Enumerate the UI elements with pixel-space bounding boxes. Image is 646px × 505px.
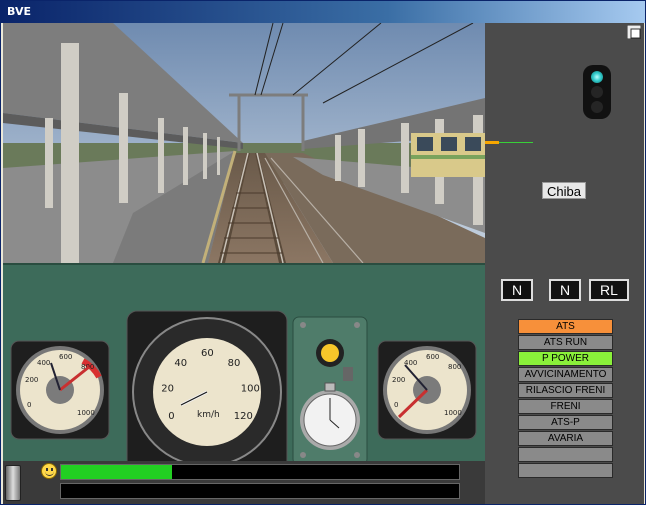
signal-lamp-bottom [591,101,603,113]
svg-text:400: 400 [37,359,50,367]
svg-text:0: 0 [394,401,398,409]
speed-tick-label: 120 [234,411,253,422]
reverser-indicator: N [501,279,533,301]
indicator-rilascio-freni: RILASCIO FRENI [518,383,613,398]
svg-text:600: 600 [426,353,439,361]
svg-text:1000: 1000 [77,409,95,417]
right-info-panel: Chiba N N RL ATS ATS RUN P POWER AVVICIN… [485,23,644,504]
indicator-ats-p: ATS-P [518,415,613,430]
speed-tick-label: 40 [174,358,187,369]
speed-tick-label: 80 [228,358,241,369]
indicator-blank-1 [518,447,613,462]
indicator-p-power: P POWER [518,351,613,366]
window-title: BVE [7,5,31,18]
svg-text:200: 200 [392,376,405,384]
indicator-list: ATS ATS RUN P POWER AVVICINAMENTO RILASC… [518,319,613,479]
power-bar [60,464,460,480]
cab-panel: 0 200 400 600 800 1000 0 20 40 60 80 100 120 [3,263,485,474]
speed-tick-label: 0 [168,411,174,422]
signal-lamp-middle [591,86,603,98]
indicator-freni: FRENI [518,399,613,414]
indicator-blank-2 [518,463,613,478]
svg-text:1000: 1000 [444,409,462,417]
speed-tick-label: 20 [161,383,174,394]
speed-tick-label: 60 [201,348,214,359]
client-area: 0 200 400 600 800 1000 0 20 40 60 80 100 120 [3,23,644,504]
speed-unit: km/h [197,410,220,420]
svg-text:800: 800 [448,363,461,371]
indicator-ats: ATS [518,319,613,334]
app-window: BVE 0 200 400 600 1000 0 20 40 60 80 100… [0,0,646,505]
power-bar-fill [61,465,173,479]
signal-distance-line [499,142,533,143]
smiley-icon [41,463,57,479]
ats-clock-panel [292,316,368,466]
speedometer: 0 20 40 60 80 100 120 km/h [126,310,288,474]
message-bar [60,483,460,499]
status-bar [3,461,485,504]
title-bar[interactable]: BVE [1,1,645,23]
brake-pressure-gauge-left: 0200400 6008001000 [10,340,110,440]
signal-distance-marker [485,141,499,144]
window-mode-icon[interactable] [627,25,641,39]
brake-notch-indicator: RL [589,279,629,301]
railway-scene [3,23,485,263]
indicator-ats-run: ATS RUN [518,335,613,350]
instrument-cluster: 0 200 400 600 800 1000 0 20 40 60 80 100 120 [10,310,477,474]
station-name-label: Chiba [542,182,586,199]
power-notch-indicator: N [549,279,581,301]
indicator-avaria: AVARIA [518,431,613,446]
svg-text:200: 200 [25,376,38,384]
svg-text:600: 600 [59,353,72,361]
driver-view [3,23,485,263]
brake-pressure-gauge-right: 0200400 6008001000 [377,340,477,440]
indicator-avvicinamento: AVVICINAMENTO [518,367,613,382]
brake-lever-handle[interactable] [5,465,21,501]
svg-text:0: 0 [27,401,31,409]
signal-icon [583,65,611,119]
speed-tick-label: 100 [241,383,260,394]
signal-lamp-top [591,71,603,83]
